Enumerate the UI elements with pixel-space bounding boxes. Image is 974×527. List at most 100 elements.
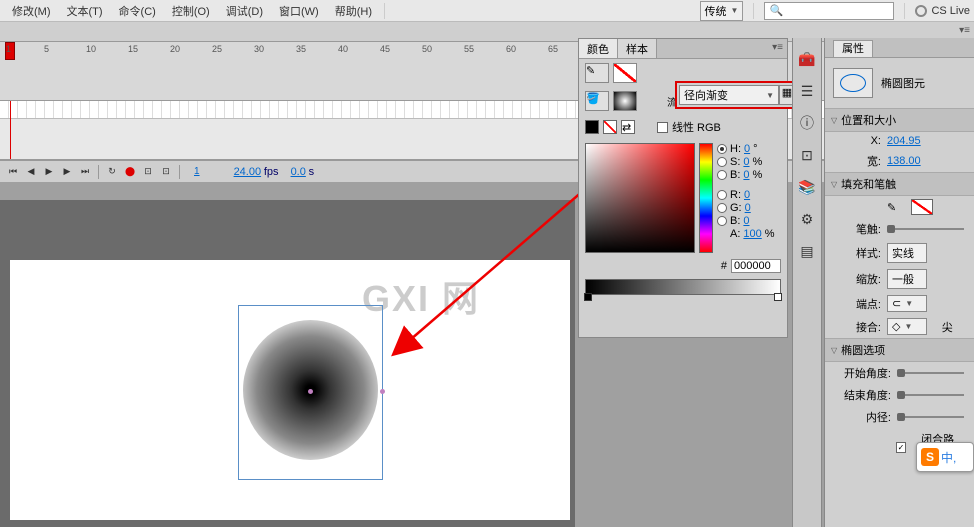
forward-end-button[interactable]: ⏭ — [78, 165, 92, 179]
end-angle-slider[interactable] — [897, 394, 964, 396]
properties-tab[interactable]: 属性 — [825, 38, 974, 58]
workspace-dropdown[interactable]: 传统 ▼ — [700, 1, 744, 21]
linear-rgb-checkbox[interactable] — [657, 122, 668, 133]
stroke-label: 笔触: — [835, 221, 881, 237]
cs-live-button[interactable]: CS Live — [915, 5, 970, 17]
edge-handle[interactable] — [380, 389, 385, 394]
b-hsb-radio[interactable] — [717, 170, 727, 180]
menu-window[interactable]: 窗口(W) — [271, 1, 327, 21]
a-value[interactable]: 100 — [743, 228, 761, 240]
stage[interactable]: GXI 网 — [0, 200, 575, 527]
gradient-stop-right[interactable] — [774, 293, 782, 301]
canvas[interactable]: GXI 网 — [10, 260, 570, 520]
join-label: 接合: — [835, 319, 881, 335]
section-oval-options[interactable]: ▽椭圆选项 — [825, 338, 974, 362]
start-angle-slider[interactable] — [897, 372, 964, 374]
components-icon[interactable]: ▤ — [796, 240, 818, 262]
eyedropper-stroke-swatch[interactable]: ✎ — [585, 63, 609, 83]
current-frame[interactable]: 1 — [194, 166, 200, 177]
b-rgb-value[interactable]: 0 — [743, 215, 749, 227]
time-label: s — [309, 166, 315, 178]
gradient-ramp[interactable] — [585, 279, 781, 295]
library-icon[interactable]: 📚 — [796, 176, 818, 198]
menu-help[interactable]: 帮助(H) — [327, 1, 380, 21]
ruler-mark: 60 — [506, 44, 516, 54]
tab-color[interactable]: 颜色 — [579, 39, 618, 58]
x-value[interactable]: 204.95 — [887, 135, 921, 147]
cap-select[interactable]: ⊂ ▼ — [887, 295, 927, 312]
s-value[interactable]: 0 — [743, 156, 749, 168]
width-value[interactable]: 138.00 — [887, 155, 921, 167]
r-radio[interactable] — [717, 190, 727, 200]
x-label: X: — [835, 135, 881, 147]
menu-command[interactable]: 命令(C) — [111, 1, 164, 21]
menu-modify[interactable]: 修改(M) — [4, 1, 59, 21]
panel-menu-icon[interactable]: ▾≡ — [959, 25, 970, 36]
play-button[interactable]: ▶ — [42, 165, 56, 179]
edit-frames-button[interactable]: ⊡ — [141, 165, 155, 179]
loop-button[interactable]: ↻ — [105, 165, 119, 179]
caret-icon: ▼ — [731, 6, 739, 15]
r-label: R: — [730, 189, 741, 201]
center-handle[interactable] — [308, 389, 313, 394]
divider — [753, 3, 754, 19]
rewind-start-button[interactable]: ⏮ — [6, 165, 20, 179]
ruler-mark: 40 — [338, 44, 348, 54]
step-back-button[interactable]: ◀ — [24, 165, 38, 179]
info-icon[interactable]: ⓘ — [796, 112, 818, 134]
search-input[interactable]: 🔍 — [764, 2, 894, 20]
step-fwd-button[interactable]: ▶ — [60, 165, 74, 179]
fill-color-swatch[interactable] — [613, 91, 637, 111]
disclosure-icon: ▽ — [831, 180, 837, 189]
tab-swatches[interactable]: 样本 — [618, 39, 657, 58]
scale-select[interactable]: 一般 — [887, 269, 927, 289]
g-value[interactable]: 0 — [745, 202, 751, 214]
onion-skin-button[interactable]: ⬤ — [123, 165, 137, 179]
sharp-label: 尖 — [942, 319, 953, 335]
r-value[interactable]: 0 — [744, 189, 750, 201]
swap-colors-button[interactable]: ⇄ — [621, 120, 635, 134]
center-frame-button[interactable]: ⊡ — [159, 165, 173, 179]
workspace-label: 传统 — [705, 3, 727, 19]
align-icon[interactable]: ☰ — [796, 80, 818, 102]
stroke-color-swatch[interactable] — [911, 199, 933, 215]
ruler-mark: 10 — [86, 44, 96, 54]
ruler-mark: 65 — [548, 44, 558, 54]
inner-radius-slider[interactable] — [897, 416, 964, 418]
transform-icon[interactable]: ⊡ — [796, 144, 818, 166]
gradient-stop-left[interactable] — [584, 293, 592, 301]
ruler-mark: 1 — [6, 44, 11, 54]
style-select[interactable]: 实线 — [887, 243, 927, 263]
stroke-weight-slider[interactable] — [887, 228, 964, 230]
end-angle-label: 结束角度: — [835, 387, 891, 403]
stroke-color-swatch[interactable] — [613, 63, 637, 83]
menu-control[interactable]: 控制(O) — [164, 1, 218, 21]
h-radio[interactable] — [717, 144, 727, 154]
tools-icon[interactable]: 🧰 — [796, 48, 818, 70]
g-radio[interactable] — [717, 203, 727, 213]
b-rgb-radio[interactable] — [717, 216, 727, 226]
hue-slider[interactable] — [699, 143, 713, 253]
actions-icon[interactable]: ⚙ — [796, 208, 818, 230]
ime-popup[interactable]: S 中, — [916, 442, 974, 472]
nofill-swatch[interactable] — [603, 120, 617, 134]
section-fill-stroke[interactable]: ▽填充和笔触 — [825, 172, 974, 196]
gradient-type-select[interactable]: 径向渐变 ▼ — [679, 85, 779, 105]
close-path-checkbox[interactable]: ✓ — [896, 442, 907, 453]
fps-value[interactable]: 24.00 — [234, 166, 262, 178]
divider — [98, 165, 99, 179]
menu-debug[interactable]: 调试(D) — [218, 1, 271, 21]
hex-input[interactable] — [731, 259, 781, 273]
time-value[interactable]: 0.0 — [291, 166, 306, 178]
h-value[interactable]: 0 — [744, 143, 750, 155]
b-hsb-value[interactable]: 0 — [743, 169, 749, 181]
panel-menu-icon[interactable]: ▾≡ — [772, 42, 783, 53]
swap-black-swatch[interactable] — [585, 120, 599, 134]
join-select[interactable]: ◇ ▼ — [887, 318, 927, 335]
menu-text[interactable]: 文本(T) — [59, 1, 111, 21]
divider — [179, 165, 180, 179]
s-radio[interactable] — [717, 157, 727, 167]
section-pos-size[interactable]: ▽位置和大小 — [825, 108, 974, 132]
eyedropper-fill-swatch[interactable]: 🪣 — [585, 91, 609, 111]
color-field[interactable] — [585, 143, 695, 253]
